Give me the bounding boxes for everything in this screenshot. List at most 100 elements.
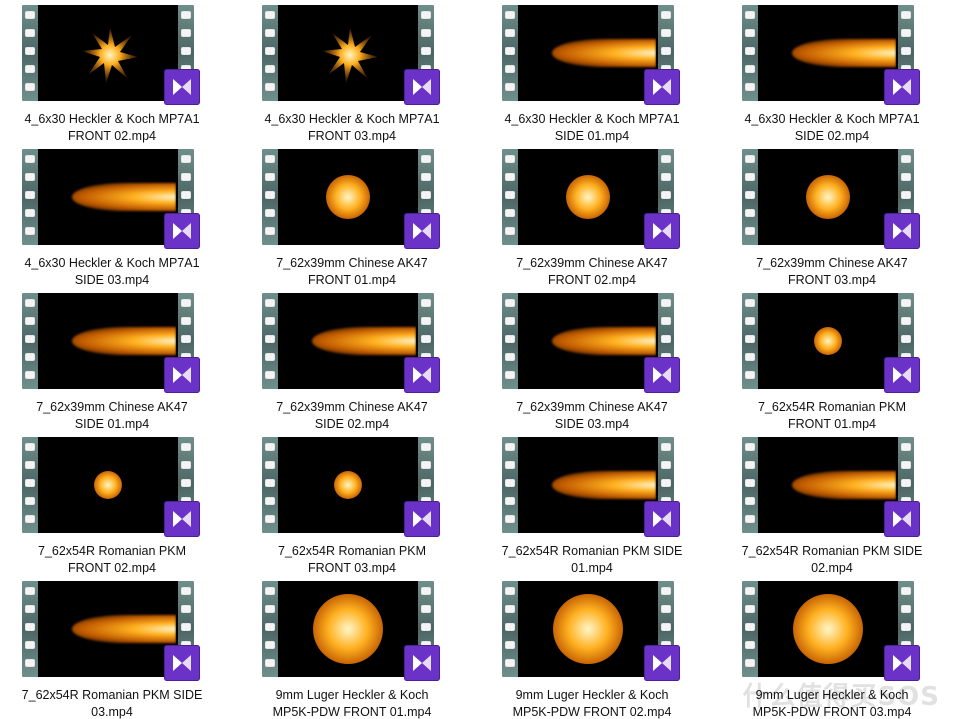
muzzle-flash-round (313, 594, 383, 664)
video-frame (40, 9, 176, 97)
file-name-label: 7_62x39mm Chinese AK47 SIDE 03.mp4 (482, 399, 702, 433)
file-item[interactable]: 7_62x54R Romanian PKM FRONT 01.mp4 (742, 293, 954, 433)
file-item[interactable]: 7_62x54R Romanian PKM FRONT 03.mp4 (262, 437, 482, 577)
file-name-line-2: FRONT 03.mp4 (788, 273, 876, 287)
video-frame (280, 297, 416, 385)
file-name-label: 9mm Luger Heckler & Koch MP5K-PDW FRONT 0… (242, 687, 462, 719)
file-name-label: 7_62x54R Romanian PKM FRONT 02.mp4 (2, 543, 222, 577)
file-name-line-2: FRONT 02.mp4 (548, 273, 636, 287)
file-item[interactable]: 7_62x54R Romanian PKM SIDE 03.mp4 (22, 581, 242, 719)
file-name-line-2: MP5K-PDW FRONT 03.mp4 (752, 705, 912, 719)
video-frame (760, 9, 896, 97)
file-name-line-2: FRONT 03.mp4 (308, 561, 396, 575)
video-frame (280, 153, 416, 241)
video-thumbnail-icon (262, 149, 442, 249)
file-name-line-1: 4_6x30 Heckler & Koch MP7A1 (264, 112, 440, 126)
video-thumbnail-icon (742, 149, 922, 249)
file-name-line-2: FRONT 02.mp4 (68, 561, 156, 575)
file-item[interactable]: 4_6x30 Heckler & Koch MP7A1 SIDE 02.mp4 (742, 5, 954, 145)
file-item[interactable]: 7_62x39mm Chinese AK47 SIDE 03.mp4 (502, 293, 722, 433)
file-name-label: 4_6x30 Heckler & Koch MP7A1 SIDE 01.mp4 (482, 111, 702, 145)
file-item[interactable]: 9mm Luger Heckler & Koch MP5K-PDW FRONT 0… (502, 581, 722, 719)
file-name-label: 9mm Luger Heckler & Koch MP5K-PDW FRONT 0… (482, 687, 702, 719)
video-frame (520, 9, 656, 97)
file-item[interactable]: 7_62x39mm Chinese AK47 FRONT 02.mp4 (502, 149, 722, 289)
video-thumbnail-icon (742, 5, 922, 105)
file-name-line-2: FRONT 01.mp4 (308, 273, 396, 287)
video-player-badge-icon (404, 213, 440, 249)
video-thumbnail-icon (22, 5, 202, 105)
muzzle-flash-round (566, 175, 610, 219)
file-name-label: 7_62x39mm Chinese AK47 FRONT 03.mp4 (722, 255, 942, 289)
video-thumbnail-icon (502, 581, 682, 681)
file-item[interactable]: 7_62x39mm Chinese AK47 SIDE 01.mp4 (22, 293, 242, 433)
file-item[interactable]: 4_6x30 Heckler & Koch MP7A1 SIDE 01.mp4 (502, 5, 722, 145)
file-item[interactable]: 7_62x39mm Chinese AK47 SIDE 02.mp4 (262, 293, 482, 433)
video-player-badge-icon (164, 213, 200, 249)
file-item[interactable]: 7_62x54R Romanian PKM FRONT 02.mp4 (22, 437, 242, 577)
file-item[interactable]: 9mm Luger Heckler & Koch MP5K-PDW FRONT 0… (262, 581, 482, 719)
file-name-label: 7_62x39mm Chinese AK47 FRONT 02.mp4 (482, 255, 702, 289)
video-player-badge-icon (164, 357, 200, 393)
file-item[interactable]: 7_62x39mm Chinese AK47 FRONT 01.mp4 (262, 149, 482, 289)
muzzle-flash-side (72, 615, 176, 643)
video-thumbnail-icon (502, 149, 682, 249)
file-name-line-1: 9mm Luger Heckler & Koch (755, 688, 909, 702)
video-frame (520, 297, 656, 385)
file-name-line-2: SIDE 01.mp4 (554, 129, 630, 143)
video-player-badge-icon (404, 501, 440, 537)
file-name-line-1: 7_62x54R Romanian PKM SIDE (501, 544, 683, 558)
muzzle-flash-round (814, 327, 842, 355)
file-name-line-1: 7_62x39mm Chinese AK47 (36, 400, 188, 414)
muzzle-flash-side (552, 39, 656, 67)
muzzle-flash-side (552, 471, 656, 499)
video-thumbnail-icon (22, 293, 202, 393)
muzzle-flash-side (792, 39, 896, 67)
video-frame (280, 585, 416, 673)
file-name-line-2: SIDE 02.mp4 (794, 129, 870, 143)
muzzle-flash-side (792, 471, 896, 499)
file-name-line-1: 7_62x39mm Chinese AK47 (516, 256, 668, 270)
file-item[interactable]: 7_62x54R Romanian PKM SIDE 01.mp4 (502, 437, 722, 577)
file-name-line-2: 03.mp4 (91, 705, 133, 719)
video-thumbnail-icon (262, 437, 442, 537)
video-player-badge-icon (164, 501, 200, 537)
file-name-line-1: 4_6x30 Heckler & Koch MP7A1 (504, 112, 680, 126)
video-player-badge-icon (404, 645, 440, 681)
muzzle-flash-round (326, 175, 370, 219)
video-player-badge-icon (404, 69, 440, 105)
file-item[interactable]: 4_6x30 Heckler & Koch MP7A1 FRONT 03.mp4 (262, 5, 482, 145)
video-player-badge-icon (644, 357, 680, 393)
video-player-badge-icon (644, 501, 680, 537)
file-name-label: 7_62x54R Romanian PKM SIDE 01.mp4 (482, 543, 702, 577)
video-frame (40, 441, 176, 529)
video-frame (760, 441, 896, 529)
file-name-line-1: 4_6x30 Heckler & Koch MP7A1 (744, 112, 920, 126)
muzzle-flash-star (80, 25, 140, 85)
video-frame (520, 585, 656, 673)
video-thumbnail-icon (742, 293, 922, 393)
video-player-badge-icon (164, 645, 200, 681)
video-frame (520, 441, 656, 529)
muzzle-flash-round (793, 594, 863, 664)
video-frame (40, 153, 176, 241)
file-item[interactable]: 9mm Luger Heckler & Koch MP5K-PDW FRONT 0… (742, 581, 954, 719)
file-name-label: 4_6x30 Heckler & Koch MP7A1 SIDE 03.mp4 (2, 255, 222, 289)
muzzle-flash-side (312, 327, 416, 355)
file-name-line-2: SIDE 03.mp4 (554, 417, 630, 431)
file-name-label: 7_62x54R Romanian PKM SIDE 03.mp4 (2, 687, 222, 719)
file-item[interactable]: 7_62x54R Romanian PKM SIDE 02.mp4 (742, 437, 954, 577)
file-name-line-1: 9mm Luger Heckler & Koch (275, 688, 429, 702)
muzzle-flash-round (334, 471, 362, 499)
video-player-badge-icon (404, 357, 440, 393)
file-item[interactable]: 4_6x30 Heckler & Koch MP7A1 FRONT 02.mp4 (22, 5, 242, 145)
file-item[interactable]: 7_62x39mm Chinese AK47 FRONT 03.mp4 (742, 149, 954, 289)
video-frame (40, 297, 176, 385)
muzzle-flash-side (72, 183, 176, 211)
file-name-line-1: 7_62x54R Romanian PKM SIDE (741, 544, 923, 558)
file-name-line-2: FRONT 01.mp4 (788, 417, 876, 431)
file-item[interactable]: 4_6x30 Heckler & Koch MP7A1 SIDE 03.mp4 (22, 149, 242, 289)
file-name-label: 4_6x30 Heckler & Koch MP7A1 SIDE 02.mp4 (722, 111, 942, 145)
muzzle-flash-round (806, 175, 850, 219)
video-thumbnail-icon (262, 581, 442, 681)
